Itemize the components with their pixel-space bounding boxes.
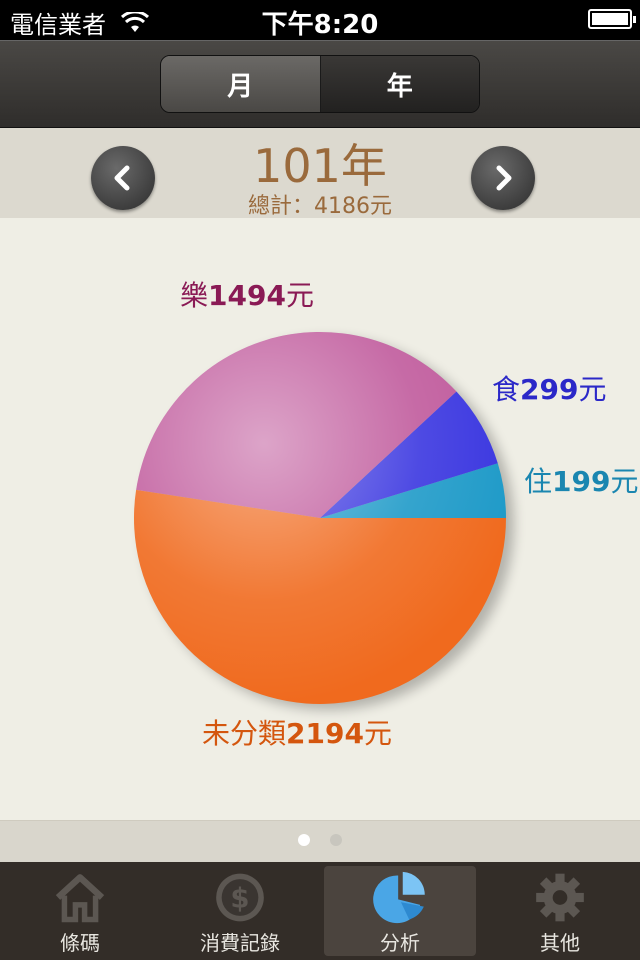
- house-icon: [55, 874, 105, 923]
- segment-month[interactable]: 月: [161, 56, 321, 112]
- slice-unit: 元: [578, 373, 607, 406]
- chevron-right-icon: [496, 165, 512, 191]
- slice-label-uncategorized: 未分類2194元: [202, 712, 392, 752]
- tab-label: 條碼: [60, 931, 100, 955]
- slice-name: 樂: [180, 279, 209, 312]
- slice-name: 食: [492, 373, 521, 406]
- dollar-icon: $: [216, 873, 264, 922]
- tab-label: 分析: [380, 931, 420, 955]
- nav-bar: 月 年: [0, 40, 640, 128]
- segment-year[interactable]: 年: [320, 56, 479, 112]
- period-title: 101年: [253, 139, 387, 193]
- page-dot-active[interactable]: [298, 834, 310, 846]
- slice-value: 299: [520, 373, 579, 406]
- slice-value: 1494: [208, 279, 286, 312]
- slice-unit: 元: [363, 717, 392, 750]
- battery-icon: [588, 9, 636, 29]
- tab-records[interactable]: $ 消費記錄: [164, 866, 316, 956]
- tab-other[interactable]: 其他: [484, 866, 636, 956]
- gear-icon: [536, 873, 584, 922]
- slice-name: 住: [524, 465, 553, 498]
- svg-text:$: $: [230, 883, 249, 915]
- page-dot[interactable]: [330, 834, 342, 846]
- tab-label: 其他: [540, 931, 580, 955]
- tab-barcode[interactable]: 條碼: [4, 866, 156, 956]
- status-time: 下午8:20: [261, 10, 379, 40]
- tab-label: 消費記錄: [200, 931, 280, 955]
- next-period-button[interactable]: [471, 146, 535, 210]
- slice-unit: 元: [285, 279, 314, 312]
- slice-label-entertainment: 樂1494元: [180, 274, 314, 314]
- page-indicator: [0, 820, 640, 862]
- period-header: 101年 總計：4186元: [0, 128, 640, 219]
- tab-analysis[interactable]: 分析: [324, 866, 476, 956]
- slice-name: 未分類: [202, 717, 287, 750]
- slice-label-food: 食299元: [492, 368, 606, 408]
- chart-area: 樂1494元 食299元 住199元 未分類2194元: [0, 218, 640, 820]
- slice-value: 199: [552, 465, 611, 498]
- slice-label-housing: 住199元: [524, 460, 638, 500]
- pie-chart-icon: [373, 871, 425, 924]
- tab-bar: 條碼 $ 消費記錄 分析 其他: [0, 862, 640, 960]
- slice-value: 2194: [286, 717, 364, 750]
- pie-slice-未分類[interactable]: [134, 489, 507, 704]
- period-segmented-control: 月 年: [160, 55, 480, 113]
- period-total: 總計：4186元: [248, 194, 392, 219]
- slice-unit: 元: [610, 465, 639, 498]
- status-bar: 電信業者 下午8:20: [0, 0, 640, 40]
